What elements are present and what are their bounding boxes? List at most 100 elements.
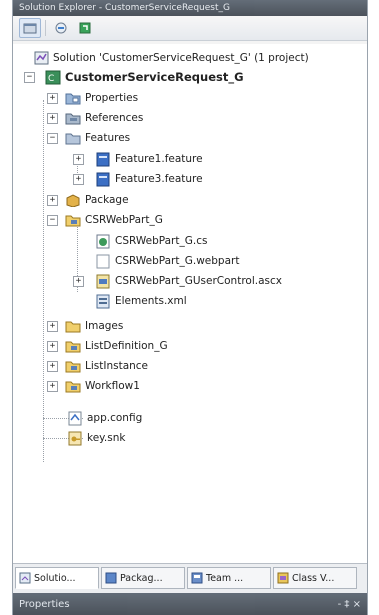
tree-item-listdefinition[interactable]: ListDefinition_G bbox=[65, 337, 168, 355]
csrwebpart-cs-label: CSRWebPart_G.cs bbox=[115, 235, 208, 247]
tab-team-label: Team ... bbox=[206, 572, 244, 584]
images-label: Images bbox=[85, 320, 124, 332]
properties-label: Properties bbox=[85, 92, 139, 104]
webpart-folder-icon bbox=[65, 212, 81, 228]
workflow1-label: Workflow1 bbox=[85, 380, 140, 392]
toolbar-separator bbox=[45, 20, 46, 36]
elements-label: Elements.xml bbox=[115, 295, 187, 307]
show-all-files-icon bbox=[55, 22, 67, 34]
listinstance-label: ListInstance bbox=[85, 360, 149, 372]
expand-toggle[interactable]: + bbox=[47, 113, 58, 124]
tree-item-feature3[interactable]: Feature3.feature bbox=[95, 170, 203, 188]
tree-item-appconfig[interactable]: app.config bbox=[67, 409, 142, 427]
csharp-project-icon: C bbox=[45, 69, 61, 85]
window-titlebar: Solution Explorer - CustomerServiceReque… bbox=[13, 0, 367, 16]
tree-item-package[interactable]: Package bbox=[65, 191, 129, 209]
expand-toggle[interactable]: + bbox=[47, 93, 58, 104]
tab-solution-label: Solutio... bbox=[34, 572, 76, 584]
webpart-file-icon bbox=[95, 253, 111, 269]
tree-item-images[interactable]: Images bbox=[65, 317, 123, 335]
tree-item-csrwebpart-webpart[interactable]: CSRWebPart_G.webpart bbox=[95, 252, 239, 270]
package-label: Package bbox=[85, 194, 129, 206]
tree-item-features[interactable]: Features bbox=[65, 129, 130, 147]
features-label: Features bbox=[85, 132, 131, 144]
panel-window-controls[interactable]: - ‡ × bbox=[338, 599, 361, 610]
properties-panel-header[interactable]: Properties - ‡ × bbox=[13, 593, 367, 615]
config-file-icon bbox=[67, 410, 83, 426]
expand-toggle[interactable]: + bbox=[73, 154, 84, 165]
solution-label: Solution 'CustomerServiceRequest_G' (1 p… bbox=[53, 52, 309, 64]
tab-classview-label: Class V... bbox=[292, 572, 335, 584]
xml-file-icon bbox=[95, 293, 111, 309]
key-file-icon bbox=[67, 430, 83, 446]
tree-item-properties[interactable]: Properties bbox=[65, 89, 138, 107]
packaging-explorer-tab-icon bbox=[105, 572, 117, 584]
features-folder-icon bbox=[65, 130, 81, 146]
feature1-label: Feature1.feature bbox=[115, 153, 203, 165]
tree-item-csrwebpart[interactable]: CSRWebPart_G bbox=[65, 211, 163, 229]
keysnk-label: key.snk bbox=[87, 432, 126, 444]
expand-toggle[interactable]: + bbox=[47, 195, 58, 206]
feature-file-icon bbox=[95, 171, 111, 187]
solution-explorer-window: Solution Explorer - CustomerServiceReque… bbox=[12, 0, 368, 615]
tree-empty-area bbox=[13, 541, 367, 563]
tree-item-feature1[interactable]: Feature1.feature bbox=[95, 150, 203, 168]
expand-toggle[interactable]: + bbox=[47, 381, 58, 392]
expand-toggle[interactable]: + bbox=[47, 361, 58, 372]
workflow-folder-icon bbox=[65, 378, 81, 394]
tree-item-project[interactable]: C CustomerServiceRequest_G bbox=[45, 68, 244, 86]
tree-item-elements[interactable]: Elements.xml bbox=[95, 292, 187, 310]
properties-icon bbox=[23, 23, 37, 34]
expand-toggle[interactable]: + bbox=[73, 276, 84, 287]
tab-packaging-explorer[interactable]: Packag... bbox=[101, 567, 185, 589]
feature3-label: Feature3.feature bbox=[115, 173, 203, 185]
tab-solution-explorer[interactable]: Solutio... bbox=[15, 567, 99, 589]
tree-item-csrwebpart-cs[interactable]: CSRWebPart_G.cs bbox=[95, 232, 207, 250]
feature-file-icon bbox=[95, 151, 111, 167]
tree-item-solution[interactable]: Solution 'CustomerServiceRequest_G' (1 p… bbox=[33, 49, 309, 67]
usercontrol-label: CSRWebPart_GUserControl.ascx bbox=[115, 275, 282, 287]
tab-class-view[interactable]: Class V... bbox=[273, 567, 357, 589]
package-icon bbox=[65, 192, 81, 208]
csrwebpart-label: CSRWebPart_G bbox=[85, 214, 163, 226]
ascx-file-icon bbox=[95, 273, 111, 289]
listdefinition-label: ListDefinition_G bbox=[85, 340, 168, 352]
solution-explorer-tab-icon bbox=[19, 572, 31, 584]
tool-window-tabs: Solutio... Packag... Team ... Class V... bbox=[13, 563, 367, 595]
properties-folder-icon bbox=[65, 90, 81, 106]
expand-toggle[interactable]: + bbox=[47, 321, 58, 332]
tree-item-workflow1[interactable]: Workflow1 bbox=[65, 377, 140, 395]
solution-icon bbox=[33, 50, 49, 66]
images-folder-icon bbox=[65, 318, 81, 334]
tree-item-listinstance[interactable]: ListInstance bbox=[65, 357, 148, 375]
properties-toolbar-button[interactable] bbox=[19, 18, 41, 38]
project-label: CustomerServiceRequest_G bbox=[65, 70, 244, 84]
tree-line bbox=[43, 100, 44, 462]
properties-panel-title: Properties bbox=[19, 598, 70, 610]
list-definition-icon bbox=[65, 338, 81, 354]
appconfig-label: app.config bbox=[87, 412, 143, 424]
solution-tree[interactable]: Solution 'CustomerServiceRequest_G' (1 p… bbox=[13, 44, 367, 541]
team-explorer-tab-icon bbox=[191, 572, 203, 584]
tree-item-usercontrol[interactable]: CSRWebPart_GUserControl.ascx bbox=[95, 272, 282, 290]
references-label: References bbox=[85, 112, 144, 124]
refresh-icon bbox=[79, 22, 91, 34]
solution-explorer-toolbar bbox=[13, 16, 367, 41]
csrwebpart-webpart-label: CSRWebPart_G.webpart bbox=[115, 255, 240, 267]
svg-text:C: C bbox=[48, 74, 54, 84]
show-all-files-button[interactable] bbox=[50, 18, 72, 38]
tree-item-references[interactable]: References bbox=[65, 109, 143, 127]
references-folder-icon bbox=[65, 110, 81, 126]
csharp-file-icon bbox=[95, 233, 111, 249]
refresh-button[interactable] bbox=[74, 18, 96, 38]
list-instance-icon bbox=[65, 358, 81, 374]
expand-toggle[interactable]: + bbox=[73, 174, 84, 185]
tab-team-explorer[interactable]: Team ... bbox=[187, 567, 271, 589]
expand-toggle[interactable]: + bbox=[47, 341, 58, 352]
collapse-toggle[interactable]: − bbox=[24, 72, 35, 83]
class-view-tab-icon bbox=[277, 572, 289, 584]
collapse-toggle[interactable]: − bbox=[47, 133, 58, 144]
tab-packaging-label: Packag... bbox=[120, 572, 163, 584]
tree-item-keysnk[interactable]: key.snk bbox=[67, 429, 125, 447]
collapse-toggle[interactable]: − bbox=[47, 215, 58, 226]
